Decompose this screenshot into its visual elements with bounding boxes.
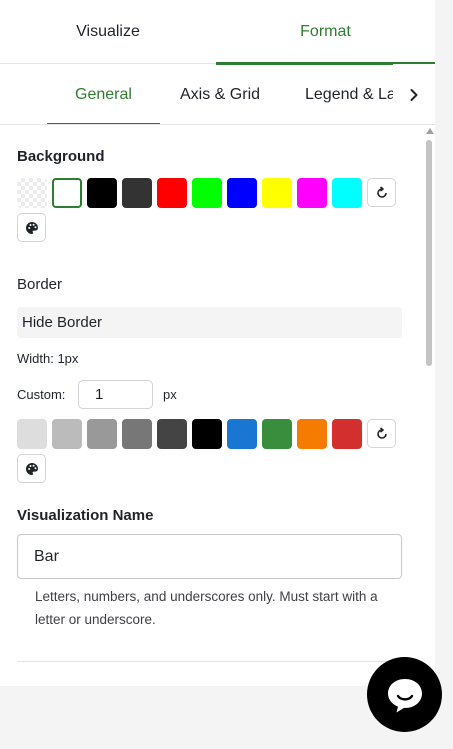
border-swatch[interactable] bbox=[192, 419, 222, 449]
border-heading: Border bbox=[17, 276, 63, 293]
scroll-up-arrow-icon[interactable] bbox=[426, 128, 434, 134]
border-swatch[interactable] bbox=[332, 419, 362, 449]
chat-bubble-icon bbox=[387, 678, 422, 712]
scrollbar[interactable] bbox=[423, 126, 435, 686]
background-color-picker-button[interactable] bbox=[17, 213, 46, 242]
sub-tabs: General Axis & Grid Legend & Labels bbox=[0, 64, 435, 125]
border-width-label: Width: 1px bbox=[17, 351, 79, 366]
border-color-picker-button[interactable] bbox=[17, 454, 46, 483]
palette-icon bbox=[25, 221, 38, 234]
tab-visualize[interactable]: Visualize bbox=[0, 0, 216, 64]
reset-icon bbox=[376, 426, 387, 439]
border-swatch[interactable] bbox=[262, 419, 292, 449]
subtab-general[interactable]: General bbox=[47, 64, 160, 124]
chat-launcher-button[interactable] bbox=[367, 657, 442, 732]
format-panel: Visualize Format General Axis & Grid Leg… bbox=[0, 0, 435, 686]
background-swatch[interactable] bbox=[192, 178, 222, 208]
border-swatch[interactable] bbox=[157, 419, 187, 449]
custom-width-label: Custom: bbox=[17, 387, 66, 402]
width-unit-label: px bbox=[163, 387, 177, 402]
reset-icon bbox=[376, 185, 387, 198]
subtab-axis-grid[interactable]: Axis & Grid bbox=[180, 64, 260, 124]
background-swatch[interactable] bbox=[262, 178, 292, 208]
background-swatch[interactable] bbox=[157, 178, 187, 208]
palette-icon bbox=[25, 462, 38, 475]
border-swatch[interactable] bbox=[122, 419, 152, 449]
background-swatch[interactable] bbox=[87, 178, 117, 208]
border-reset-button[interactable] bbox=[367, 419, 396, 448]
border-swatch[interactable] bbox=[17, 419, 47, 449]
border-swatch[interactable] bbox=[87, 419, 117, 449]
subtab-legend-labels[interactable]: Legend & Labels bbox=[305, 64, 393, 124]
hide-border-toggle[interactable]: Hide Border bbox=[17, 307, 402, 338]
scrollbar-thumb[interactable] bbox=[426, 140, 432, 366]
custom-width-input[interactable] bbox=[78, 380, 153, 409]
border-swatch[interactable] bbox=[52, 419, 82, 449]
background-swatch[interactable] bbox=[297, 178, 327, 208]
divider bbox=[17, 661, 418, 662]
subtabs-scroll-right-button[interactable] bbox=[393, 64, 435, 124]
border-swatch[interactable] bbox=[297, 419, 327, 449]
visualization-name-input[interactable] bbox=[17, 534, 402, 579]
border-swatch[interactable] bbox=[227, 419, 257, 449]
top-tabs: Visualize Format bbox=[0, 0, 435, 65]
visualization-name-helper: Letters, numbers, and underscores only. … bbox=[35, 589, 378, 627]
background-swatch[interactable] bbox=[52, 178, 82, 208]
background-swatch-transparent[interactable] bbox=[17, 178, 47, 208]
background-reset-button[interactable] bbox=[367, 178, 396, 207]
tab-format[interactable]: Format bbox=[216, 0, 435, 65]
background-swatch[interactable] bbox=[122, 178, 152, 208]
background-heading: Background bbox=[17, 148, 105, 165]
background-swatch[interactable] bbox=[332, 178, 362, 208]
background-swatch[interactable] bbox=[227, 178, 257, 208]
chevron-right-icon bbox=[410, 88, 418, 101]
visualization-name-heading: Visualization Name bbox=[17, 507, 154, 524]
